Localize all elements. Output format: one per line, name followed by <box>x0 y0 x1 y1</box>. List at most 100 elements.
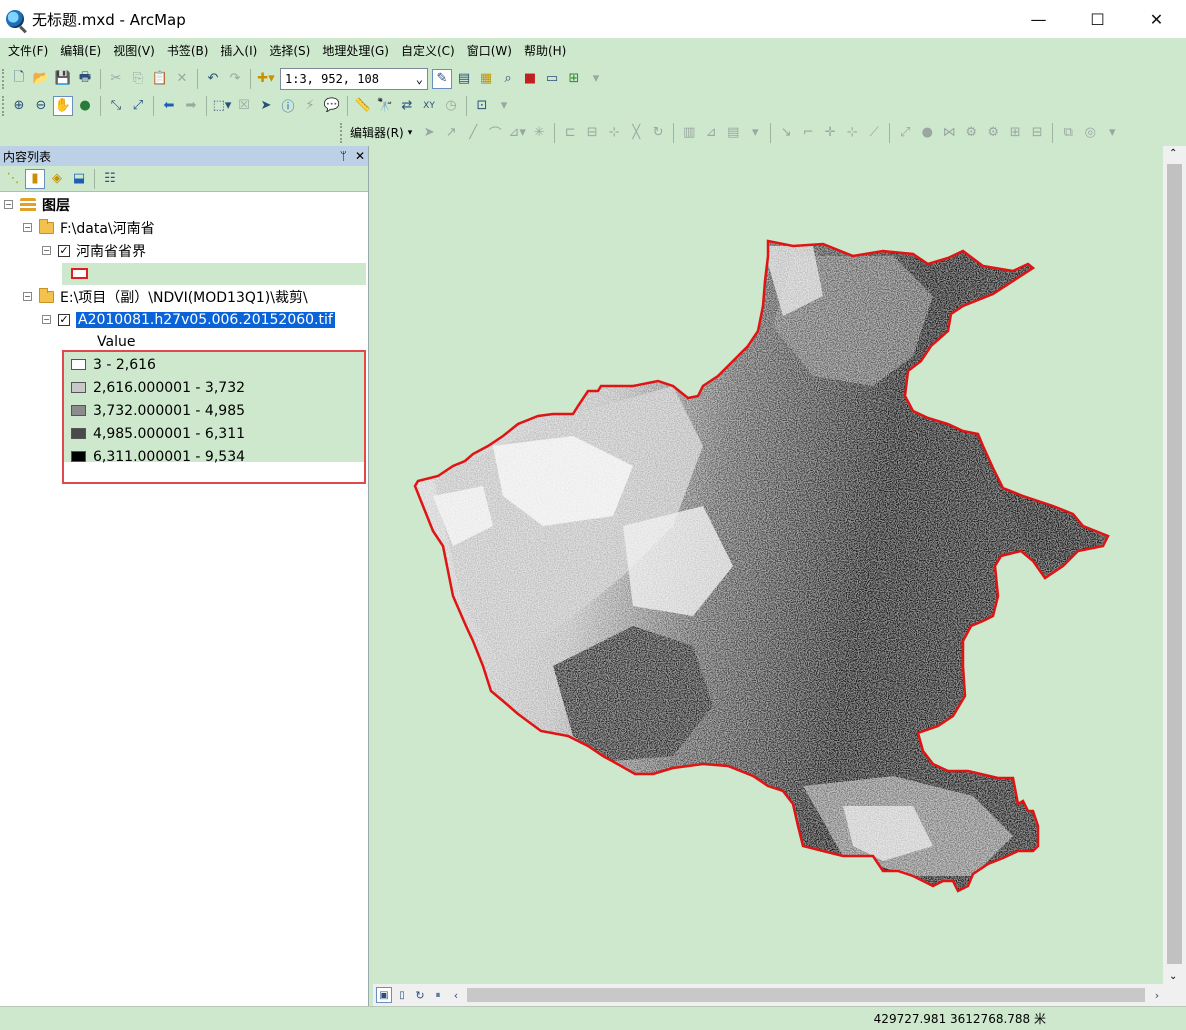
layer2-label[interactable]: A2010081.h27v05.006.20152060.tif <box>76 311 335 328</box>
reshape-icon[interactable]: ⊏ <box>560 123 580 143</box>
new-document-icon[interactable]: 🗋 <box>9 69 29 89</box>
vertical-scroll-thumb[interactable] <box>1167 164 1182 964</box>
editor-toolbar-icon[interactable]: ✎ <box>432 68 452 89</box>
list-by-selection-icon[interactable]: ⬓ <box>69 169 89 189</box>
generalize-icon[interactable]: ⚙ <box>961 123 981 143</box>
refresh-icon[interactable]: ↻ <box>412 987 428 1003</box>
select-elements-icon[interactable]: ➤ <box>256 96 276 116</box>
list-by-visibility-icon[interactable]: ◈ <box>47 169 67 189</box>
menu-edit[interactable]: 编辑(E) <box>54 38 107 64</box>
fixed-zoom-out-icon[interactable]: ⤢ <box>128 96 148 116</box>
attributes-icon[interactable]: ▥ <box>679 123 699 143</box>
scroll-left-icon[interactable]: ‹ <box>448 987 464 1003</box>
clear-selection-icon[interactable]: ☒ <box>234 96 254 116</box>
toolbar-options-icon[interactable]: ▾ <box>745 123 765 143</box>
close-button[interactable]: ✕ <box>1127 0 1186 38</box>
model-builder-icon[interactable]: ⊞ <box>564 69 584 89</box>
zoom-in-icon[interactable]: ⊕ <box>9 96 29 116</box>
buffer-icon[interactable]: ⤢ <box>895 123 915 143</box>
tree-layer-ndvi[interactable]: − ✓ A2010081.h27v05.006.20152060.tif <box>42 308 335 331</box>
redo-icon[interactable]: ↷ <box>225 69 245 89</box>
vertex-icon[interactable]: ✳ <box>529 123 549 143</box>
scroll-down-icon[interactable]: ⌄ <box>1169 971 1177 982</box>
smooth-icon[interactable]: ⚙ <box>983 123 1003 143</box>
identify-icon[interactable]: ⓘ <box>278 96 298 116</box>
proportion-icon[interactable]: ⊞ <box>1005 123 1025 143</box>
line-intersection-icon[interactable]: ✛ <box>820 123 840 143</box>
menu-insert[interactable]: 插入(I) <box>214 38 263 64</box>
toolbar-grip[interactable] <box>2 95 5 116</box>
zoom-out-icon[interactable]: ⊖ <box>31 96 51 116</box>
toc-options-icon[interactable]: ☷ <box>100 169 120 189</box>
horizontal-scroll-thumb[interactable] <box>467 988 1145 1002</box>
python-window-icon[interactable]: ▭ <box>542 69 562 89</box>
list-by-source-icon[interactable]: ▮ <box>25 168 45 189</box>
layout-view-icon[interactable]: ▯ <box>394 987 410 1003</box>
editor-menu[interactable]: 编辑器(R) <box>346 124 408 141</box>
extend-icon[interactable]: ↘ <box>776 123 796 143</box>
collapse-icon[interactable]: − <box>4 200 13 209</box>
tree-root[interactable]: − 图层 <box>4 193 70 216</box>
go-forward-icon[interactable]: ➡ <box>181 96 201 116</box>
list-by-drawing-order-icon[interactable]: ⋱ <box>3 169 23 189</box>
union-icon[interactable]: ◎ <box>1080 123 1100 143</box>
data-view-icon[interactable]: ▣ <box>376 987 392 1003</box>
tree-group-ndvi[interactable]: − E:\项目（副）\NDVI(MOD13Q1)\裁剪\ <box>23 285 308 308</box>
segment-type-icon[interactable]: ⊿▾ <box>507 123 527 143</box>
copy-parallel-icon[interactable]: ⊟ <box>1027 123 1047 143</box>
create-viewer-window-icon[interactable]: ⊡ <box>472 96 492 116</box>
menu-bookmarks[interactable]: 书签(B) <box>161 38 215 64</box>
layer-visibility-checkbox[interactable]: ✓ <box>58 313 70 326</box>
tree-group-henan[interactable]: − F:\data\河南省 <box>23 216 155 239</box>
scroll-right-icon[interactable]: › <box>1149 987 1165 1003</box>
copy-icon[interactable]: ⎘ <box>128 69 148 89</box>
vertical-scrollbar[interactable]: ⌃ ⌄ <box>1163 146 1186 984</box>
pause-drawing-icon[interactable]: ⏸ <box>430 987 446 1003</box>
find-icon[interactable]: 🔭 <box>375 96 395 116</box>
merge-icon[interactable]: ⧉ <box>1058 123 1078 143</box>
trace-icon[interactable]: ⌒ <box>485 123 505 143</box>
tree-layer-boundary[interactable]: − ✓ 河南省省界 <box>42 239 146 262</box>
split-icon[interactable]: ⊹ <box>604 123 624 143</box>
minimize-button[interactable]: — <box>1009 0 1068 38</box>
collapse-icon[interactable]: − <box>42 315 51 324</box>
go-back-icon[interactable]: ⬅ <box>159 96 179 116</box>
find-route-icon[interactable]: ⇄ <box>397 96 417 116</box>
menu-geoprocessing[interactable]: 地理处理(G) <box>316 38 395 64</box>
boundary-symbol[interactable] <box>71 262 88 285</box>
map-display[interactable] <box>373 146 1163 984</box>
collapse-icon[interactable]: − <box>23 292 32 301</box>
menu-view[interactable]: 视图(V) <box>107 38 161 64</box>
time-slider-icon[interactable]: ◷ <box>441 96 461 116</box>
close-icon[interactable]: ✕ <box>355 149 365 163</box>
layer-visibility-checkbox[interactable]: ✓ <box>58 244 70 257</box>
boundary-symbol-swatch[interactable] <box>71 268 88 279</box>
select-features-icon[interactable]: ⬚▾ <box>212 96 232 116</box>
menu-help[interactable]: 帮助(H) <box>518 38 572 64</box>
edit-annotation-icon[interactable]: ↗ <box>441 123 461 143</box>
map-scale-combobox[interactable]: 1:3, 952, 108 ⌄ <box>280 67 428 90</box>
go-to-xy-icon[interactable]: XY <box>419 96 439 116</box>
toolbar-options-icon[interactable]: ▾ <box>1102 123 1122 143</box>
measure-icon[interactable]: 📏 <box>353 96 373 116</box>
save-icon[interactable]: 💾 <box>53 69 73 89</box>
trim-icon[interactable]: ⌐ <box>798 123 818 143</box>
toolbar-grip[interactable] <box>340 122 343 143</box>
straight-segment-icon[interactable]: ╱ <box>463 123 483 143</box>
scroll-up-icon[interactable]: ⌃ <box>1169 148 1177 159</box>
pan-icon[interactable]: ✋ <box>53 95 73 116</box>
hyperlink-icon[interactable]: ⚡ <box>300 96 320 116</box>
create-features-icon[interactable]: ▤ <box>723 123 743 143</box>
rotate-icon[interactable]: ↻ <box>648 123 668 143</box>
tangent-icon[interactable]: ⟋ <box>864 123 884 143</box>
undo-icon[interactable]: ↶ <box>203 69 223 89</box>
full-extent-icon[interactable]: ● <box>75 96 95 116</box>
align-icon[interactable]: ⋈ <box>939 123 959 143</box>
paste-icon[interactable]: 📋 <box>150 69 170 89</box>
fixed-zoom-in-icon[interactable]: ⤡ <box>106 96 126 116</box>
sketch-properties-icon[interactable]: ⊿ <box>701 123 721 143</box>
delete-icon[interactable]: ✕ <box>172 69 192 89</box>
menu-selection[interactable]: 选择(S) <box>263 38 316 64</box>
arctoolbox-icon[interactable]: ■ <box>520 69 540 89</box>
print-icon[interactable]: 🖶 <box>75 69 95 89</box>
